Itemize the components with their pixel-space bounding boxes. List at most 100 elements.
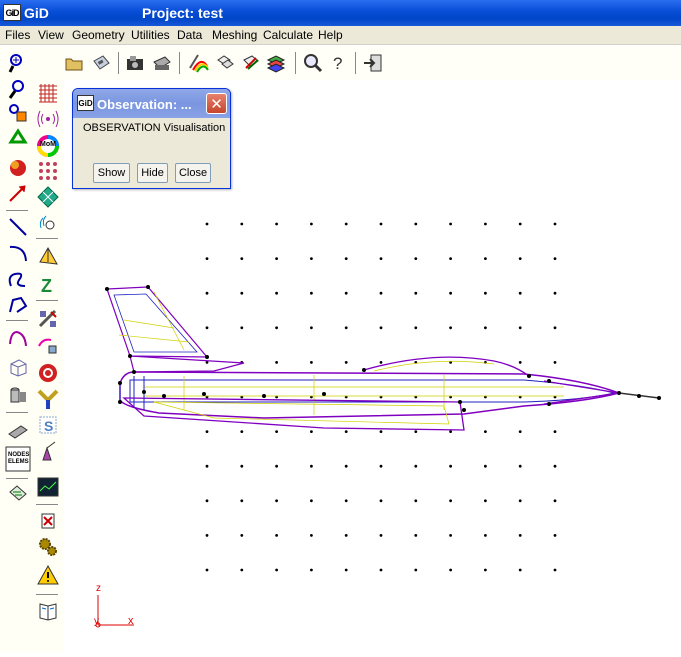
- menu-geometry[interactable]: Geometry: [72, 28, 125, 42]
- hide-button[interactable]: Hide: [137, 163, 168, 183]
- grid-point: [310, 257, 313, 260]
- dialog-title-bar[interactable]: GiD Observation: ... ✕: [73, 89, 230, 118]
- menu-files[interactable]: Files: [5, 28, 30, 42]
- cogs-icon[interactable]: [37, 536, 59, 558]
- layers-icon[interactable]: [214, 52, 236, 74]
- grid-point: [484, 430, 487, 433]
- grid-point: [518, 326, 522, 330]
- volume-icon[interactable]: [7, 356, 29, 378]
- grid-point: [344, 430, 348, 433]
- grid-point: [484, 534, 487, 537]
- close-icon[interactable]: ✕: [206, 93, 227, 114]
- pan-icon[interactable]: [7, 182, 29, 204]
- grid-point: [484, 257, 487, 260]
- wand-icon[interactable]: [37, 440, 59, 462]
- observation-dialog: GiD Observation: ... ✕ OBSERVATION Visua…: [72, 88, 231, 189]
- menu-data[interactable]: Data: [177, 28, 202, 42]
- y-icon[interactable]: [37, 388, 59, 410]
- conditions-icon[interactable]: [240, 52, 262, 74]
- grid-point: [553, 257, 557, 260]
- grid-point: [275, 326, 278, 330]
- grid-point: [484, 499, 487, 503]
- grid-point: [275, 464, 278, 468]
- grid-point: [518, 361, 522, 364]
- grid-point: [553, 361, 557, 364]
- print-icon[interactable]: [151, 52, 173, 74]
- grid-point: [205, 568, 209, 572]
- book-icon[interactable]: [37, 600, 59, 622]
- grid-point: [344, 291, 348, 295]
- svg-text:S: S: [44, 418, 53, 434]
- antenna-icon[interactable]: [37, 108, 59, 130]
- axis-z-label: z: [96, 583, 101, 594]
- menu-utilities[interactable]: Utilities: [131, 28, 170, 42]
- pyramid-icon[interactable]: [37, 246, 59, 268]
- dots-grid-icon[interactable]: [37, 160, 59, 182]
- show-button[interactable]: Show: [93, 163, 130, 183]
- arc-icon[interactable]: [7, 242, 29, 264]
- menu-calculate[interactable]: Calculate: [263, 28, 313, 42]
- menu-view[interactable]: View: [38, 28, 64, 42]
- grid-point: [344, 464, 348, 468]
- grid-point: [379, 568, 383, 572]
- target-icon[interactable]: [37, 362, 59, 384]
- grid-point: [310, 499, 313, 503]
- nurbs-line-icon[interactable]: [7, 268, 29, 290]
- rotate-icon[interactable]: [7, 156, 29, 178]
- grid-point: [240, 499, 244, 503]
- grid-point: [275, 534, 278, 537]
- grid-point: [275, 568, 278, 572]
- help-icon[interactable]: ?: [327, 52, 349, 74]
- wave-icon[interactable]: [37, 212, 59, 234]
- list-icon[interactable]: [7, 482, 29, 504]
- s-icon[interactable]: S: [37, 414, 59, 436]
- close-button[interactable]: Close: [175, 163, 211, 183]
- zoom-frame-icon[interactable]: [7, 102, 29, 124]
- mom-icon[interactable]: MoM: [36, 134, 60, 158]
- grid-icon[interactable]: [37, 82, 59, 104]
- grid-point: [553, 326, 557, 330]
- zoom-icon[interactable]: [302, 52, 324, 74]
- nodes-elems-icon[interactable]: NODES ELEMS: [5, 446, 31, 472]
- axis-y-label: y: [94, 616, 99, 627]
- gid-logo-icon: GiD: [3, 4, 21, 21]
- app-name: GiD: [24, 5, 49, 21]
- grid-point: [240, 222, 244, 226]
- graph-icon[interactable]: [37, 476, 59, 498]
- satellite-icon[interactable]: [37, 308, 59, 330]
- delete-icon[interactable]: [37, 510, 59, 532]
- grid-point: [449, 568, 452, 572]
- grid-point: [205, 257, 209, 260]
- eraser-icon[interactable]: [7, 420, 29, 442]
- diamond-grid-icon[interactable]: [37, 186, 59, 208]
- polyline-icon[interactable]: [7, 294, 29, 316]
- grid-point: [310, 568, 313, 572]
- grid-point: [518, 291, 522, 295]
- grid-point: [484, 568, 487, 572]
- zoom-in-icon[interactable]: [7, 52, 29, 74]
- cylinder-icon[interactable]: [7, 384, 29, 406]
- menu-help[interactable]: Help: [318, 28, 343, 42]
- zoom-out-icon[interactable]: [7, 78, 29, 100]
- open-folder-icon[interactable]: [63, 52, 85, 74]
- render-icon[interactable]: [187, 52, 209, 74]
- menu-meshing[interactable]: Meshing: [212, 28, 257, 42]
- materials-icon[interactable]: [265, 52, 287, 74]
- grid-point: [240, 257, 244, 260]
- grid-point: [414, 257, 418, 260]
- warning-icon[interactable]: [37, 564, 59, 586]
- grid-point: [344, 534, 348, 537]
- grid-point: [310, 326, 313, 330]
- grid-point: [518, 568, 522, 572]
- line-icon[interactable]: [7, 216, 29, 238]
- import-icon[interactable]: [125, 52, 147, 74]
- grid-point: [275, 257, 278, 260]
- z-icon[interactable]: Z: [37, 274, 59, 296]
- grid-point: [344, 257, 348, 260]
- save-icon[interactable]: [90, 52, 112, 74]
- redraw-icon[interactable]: [7, 128, 29, 150]
- sphere-icon[interactable]: [37, 334, 59, 356]
- grid-point: [205, 499, 209, 503]
- exit-icon[interactable]: [362, 52, 384, 74]
- surface-icon[interactable]: [7, 328, 29, 350]
